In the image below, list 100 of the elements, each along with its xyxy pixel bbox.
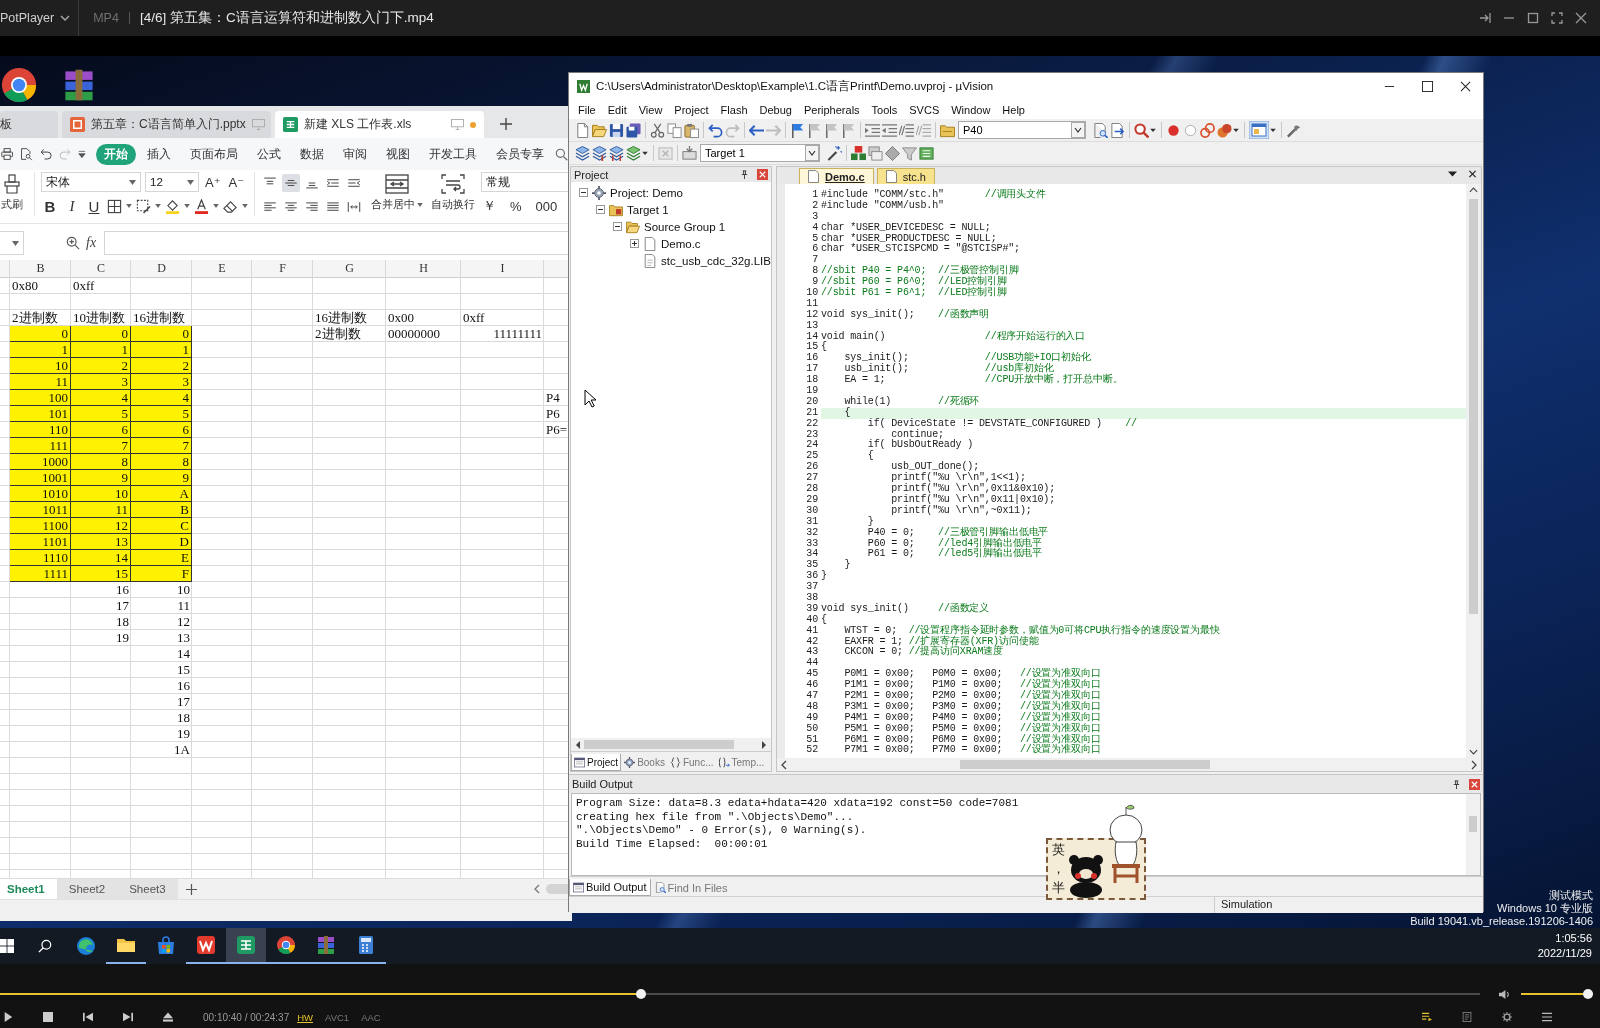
save-icon[interactable] bbox=[609, 122, 624, 138]
scroll-down-icon[interactable] bbox=[1469, 749, 1478, 755]
flag-icon[interactable] bbox=[841, 122, 856, 138]
document-icon[interactable] bbox=[1462, 1012, 1472, 1022]
name-box[interactable] bbox=[0, 231, 24, 255]
seek-handle[interactable] bbox=[635, 989, 646, 999]
tree-item[interactable]: Source Group 1 bbox=[644, 220, 726, 233]
print-preview-icon[interactable] bbox=[20, 147, 33, 161]
layers-arrows-icon[interactable] bbox=[609, 145, 624, 161]
input-mode-label[interactable]: 英 bbox=[1052, 841, 1065, 859]
window-layout-icon[interactable] bbox=[1249, 121, 1269, 139]
increase-font-size[interactable]: A⁺ bbox=[203, 174, 223, 190]
layers-icon[interactable] bbox=[626, 145, 641, 161]
pin-icon[interactable] bbox=[740, 170, 749, 179]
linked-rings-icon[interactable] bbox=[1200, 122, 1215, 138]
panel-tab[interactable]: Books bbox=[622, 754, 667, 771]
windows-logo-icon[interactable] bbox=[0, 939, 14, 953]
pin-icon[interactable] bbox=[1452, 779, 1461, 789]
next-icon[interactable] bbox=[123, 1012, 133, 1022]
editor-tab[interactable]: Demo.c bbox=[799, 168, 874, 184]
fill-bucket-icon[interactable] bbox=[165, 198, 180, 214]
bold-toggle[interactable]: B bbox=[41, 197, 59, 215]
eraser-icon[interactable] bbox=[223, 198, 238, 214]
new-file-icon[interactable] bbox=[575, 122, 590, 138]
scroll-right-icon[interactable] bbox=[1471, 759, 1477, 770]
dropdown-caret-icon[interactable] bbox=[642, 151, 648, 155]
target-combo[interactable]: Target 1 bbox=[700, 144, 820, 162]
sheet-tab[interactable]: Sheet2 bbox=[56, 879, 118, 899]
flag-icon[interactable] bbox=[807, 122, 822, 138]
dropdown-caret-icon[interactable] bbox=[1270, 128, 1276, 132]
magic-wand-icon[interactable] bbox=[827, 145, 842, 161]
column-header[interactable]: G bbox=[313, 260, 386, 277]
save-all-icon[interactable] bbox=[626, 122, 641, 138]
flag-icon[interactable] bbox=[790, 122, 805, 138]
thousands-format[interactable]: 000 bbox=[533, 198, 560, 214]
sheet-tab[interactable]: Sheet3 bbox=[117, 879, 178, 899]
document-search-icon[interactable] bbox=[1093, 122, 1108, 138]
menu-item[interactable]: Flash bbox=[720, 103, 748, 116]
document-tab[interactable]: 第五章：C语言简单入门.pptx bbox=[62, 111, 271, 138]
vertical-scrollbar[interactable] bbox=[1466, 794, 1480, 875]
outdent-icon[interactable] bbox=[882, 122, 897, 138]
dropdown-caret-icon[interactable] bbox=[1233, 128, 1239, 132]
ribbon-tab[interactable]: 数据 bbox=[291, 143, 332, 165]
scrollbar-thumb[interactable] bbox=[584, 740, 734, 749]
round-browser-icon[interactable] bbox=[0, 66, 38, 104]
italic-toggle[interactable]: I bbox=[63, 197, 81, 215]
zoom-icon[interactable] bbox=[66, 236, 80, 250]
panel-tab[interactable]: Project bbox=[571, 754, 622, 771]
open-folder-icon[interactable] bbox=[592, 122, 607, 138]
panel-tab[interactable]: Build Output bbox=[569, 879, 651, 896]
column-header[interactable]: B bbox=[10, 260, 71, 277]
stacked-blocks-icon[interactable] bbox=[851, 145, 866, 161]
decoder-label[interactable]: HW bbox=[297, 1011, 313, 1023]
vertical-scrollbar[interactable] bbox=[1466, 184, 1481, 758]
restore-icon[interactable] bbox=[1527, 12, 1539, 24]
back-arrow-icon[interactable] bbox=[749, 122, 764, 138]
volume-handle[interactable] bbox=[1583, 989, 1593, 999]
menu-item[interactable]: File bbox=[578, 103, 596, 116]
menu-icon[interactable] bbox=[1542, 1012, 1552, 1022]
column-header[interactable]: I bbox=[461, 260, 544, 277]
close-icon[interactable] bbox=[1460, 81, 1471, 92]
fullscreen-icon[interactable] bbox=[1551, 12, 1563, 24]
ribbon-tab[interactable]: 审阅 bbox=[334, 143, 375, 165]
scroll-left-icon[interactable] bbox=[534, 884, 540, 894]
merge-center-control[interactable]: 合并居中 bbox=[367, 172, 427, 214]
dropdown-caret-icon[interactable] bbox=[1150, 128, 1156, 132]
indent-icon[interactable] bbox=[865, 122, 880, 138]
horizontal-scrollbar[interactable] bbox=[571, 738, 771, 751]
collapse-icon[interactable] bbox=[596, 205, 605, 214]
expand-icon[interactable] bbox=[630, 239, 639, 248]
undo-icon[interactable] bbox=[39, 147, 52, 161]
stacked-sheets-icon[interactable] bbox=[868, 145, 883, 161]
previous-icon[interactable] bbox=[83, 1012, 93, 1022]
paste-icon[interactable] bbox=[684, 122, 699, 138]
tree-item[interactable]: Project: Demo bbox=[610, 186, 683, 199]
settings-icon[interactable] bbox=[1502, 1012, 1512, 1022]
book-stack-icon[interactable] bbox=[919, 145, 934, 161]
playlist-icon[interactable] bbox=[1422, 1012, 1432, 1022]
column-header[interactable]: C bbox=[71, 260, 131, 277]
new-tab-icon[interactable] bbox=[500, 118, 512, 130]
percent-format[interactable]: % bbox=[508, 198, 524, 214]
search-icon[interactable] bbox=[38, 939, 52, 953]
layers-arrow-icon[interactable] bbox=[592, 145, 607, 161]
document-tab[interactable]: 板 bbox=[0, 111, 58, 138]
align-middle-icon[interactable] bbox=[282, 174, 300, 192]
table-pen-icon[interactable] bbox=[136, 198, 151, 214]
font-color-icon[interactable] bbox=[194, 198, 209, 214]
horizontal-scrollbar[interactable] bbox=[777, 758, 1481, 771]
dropdown-caret-icon[interactable] bbox=[126, 204, 132, 208]
play-icon[interactable] bbox=[3, 1012, 13, 1022]
scrollbar-thumb[interactable] bbox=[1469, 199, 1478, 614]
undo-icon[interactable] bbox=[708, 122, 723, 138]
column-header[interactable]: E bbox=[192, 260, 252, 277]
menu-item[interactable]: Tools bbox=[871, 103, 898, 116]
document-arrow-icon[interactable] bbox=[1110, 122, 1125, 138]
dropdown-caret-icon[interactable] bbox=[213, 204, 219, 208]
funnel-icon[interactable] bbox=[902, 145, 917, 161]
video-codec-label[interactable]: AVC1 bbox=[325, 1011, 350, 1023]
scroll-up-icon[interactable] bbox=[1469, 187, 1478, 193]
currency-format[interactable]: ￥ bbox=[481, 197, 498, 215]
